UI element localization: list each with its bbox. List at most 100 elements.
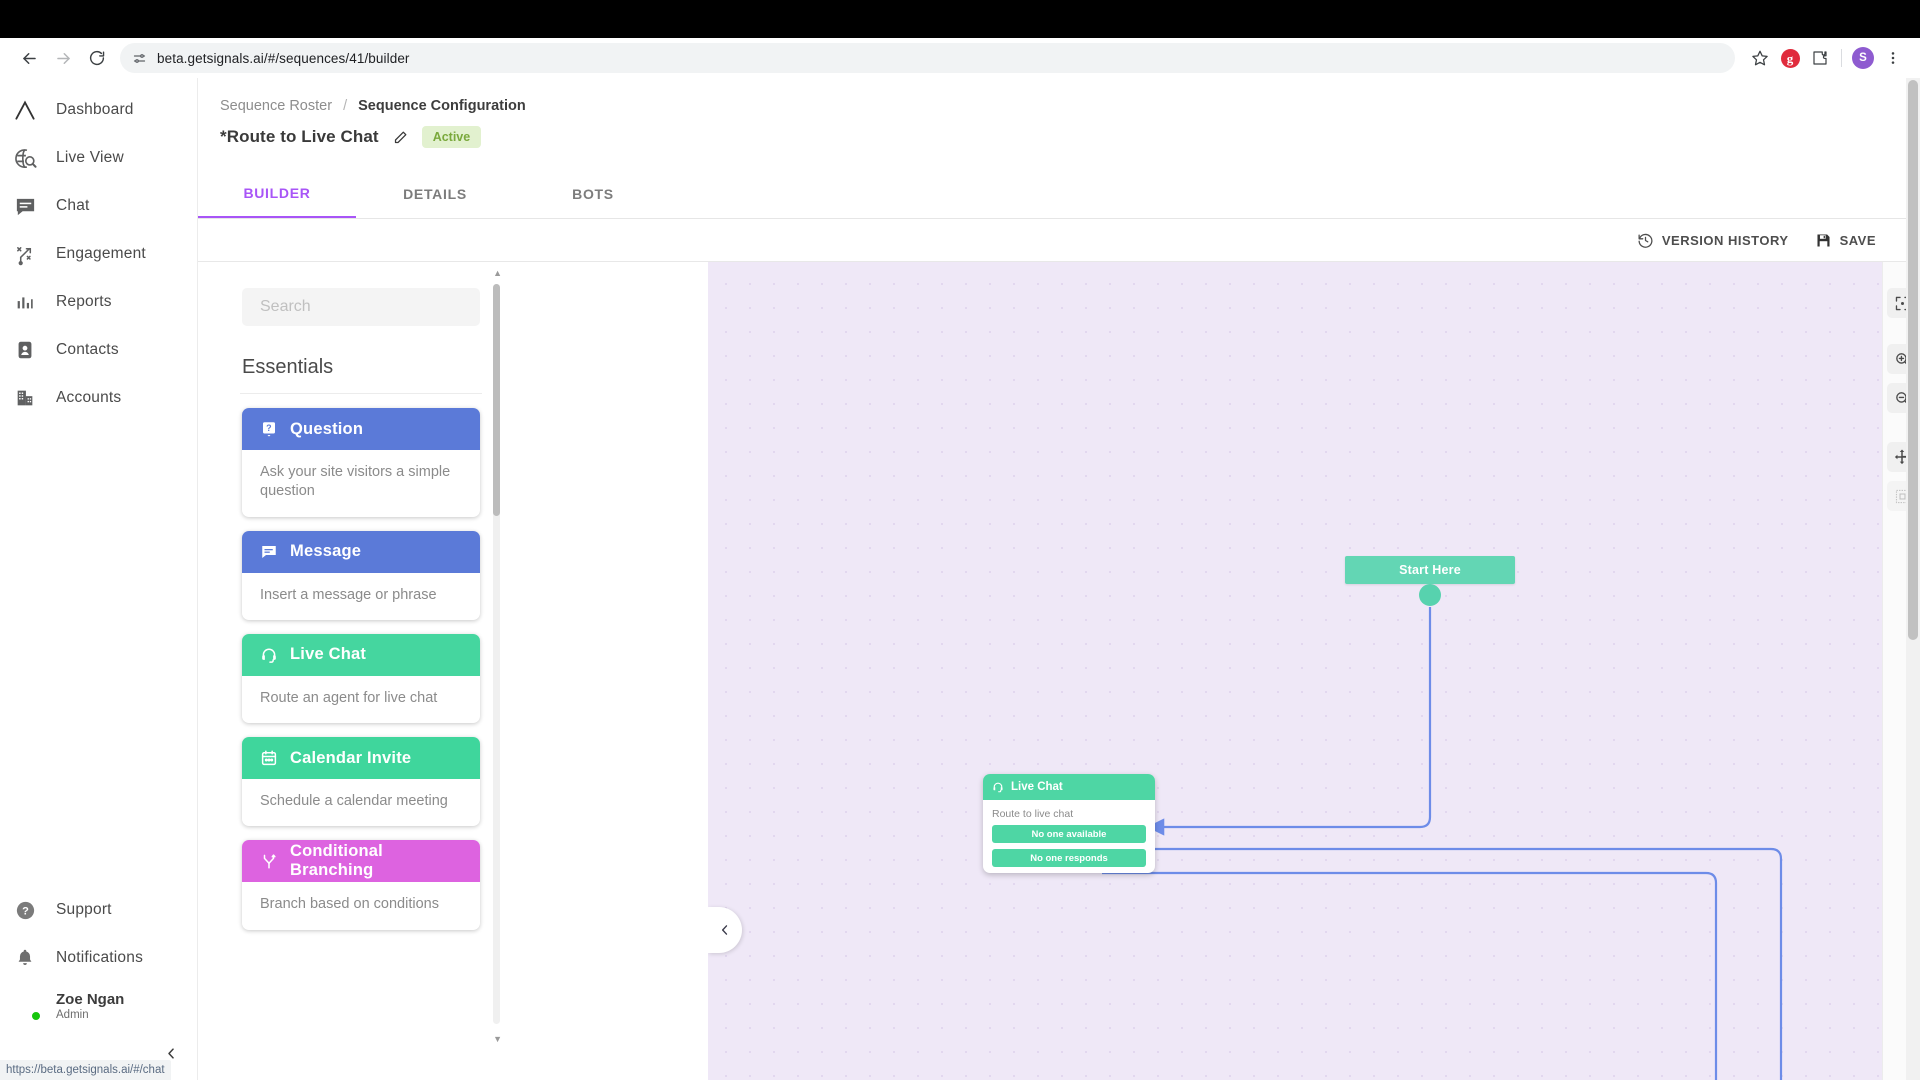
- palette-card-live-chat[interactable]: Live Chat Route an agent for live chat: [242, 633, 480, 724]
- nav-primary-list: Dashboard Live View Chat Engagement Repo…: [0, 86, 197, 422]
- palette-card-title: Live Chat: [290, 645, 367, 664]
- palette-card-message[interactable]: Message Insert a message or phrase: [242, 530, 480, 620]
- sequence-title-row: *Route to Live Chat Active: [220, 126, 482, 148]
- forward-button[interactable]: [46, 41, 80, 75]
- node-palette: Search Essentials ? Question Ask your si…: [220, 262, 502, 1080]
- palette-scrollbar[interactable]: [493, 284, 500, 1024]
- extension-badge-icon[interactable]: g: [1775, 43, 1805, 73]
- edge-no-one-available: [1102, 847, 1783, 1080]
- palette-card-calendar-invite[interactable]: Calendar Invite Schedule a calendar meet…: [242, 737, 480, 827]
- sidebar-item-engagement[interactable]: Engagement: [0, 230, 197, 278]
- live-chat-option-no-one-responds[interactable]: No one responds: [992, 849, 1146, 867]
- puzzle-piece-icon[interactable]: [1805, 43, 1835, 73]
- sidebar-item-label: Live View: [56, 149, 124, 166]
- contact-card-icon: [10, 339, 40, 361]
- palette-card-header: ? Question: [242, 408, 480, 450]
- palette-card-title: Message: [290, 542, 362, 561]
- palette-card-desc: Insert a message or phrase: [260, 586, 437, 603]
- tab-builder[interactable]: BUILDER: [198, 170, 356, 218]
- avatar: [10, 991, 42, 1022]
- star-icon[interactable]: [1745, 43, 1775, 73]
- live-chat-node-card: Live Chat Route to live chat No one avai…: [983, 774, 1155, 873]
- chat-bubble-icon: [10, 195, 40, 218]
- palette-card-header: Live Chat: [242, 633, 480, 676]
- user-info: Zoe Ngan Admin: [56, 991, 124, 1021]
- version-history-label: VERSION HISTORY: [1661, 232, 1789, 248]
- sidebar-item-live-view[interactable]: Live View: [0, 134, 197, 182]
- page-scrollbar[interactable]: [1906, 78, 1920, 1080]
- sidebar-item-label: Support: [56, 901, 112, 918]
- browser-toolbar: beta.getsignals.ai/#/sequences/41/builde…: [0, 38, 1920, 78]
- svg-text:?: ?: [266, 423, 272, 433]
- palette-scroll-up-arrow[interactable]: ▲: [493, 268, 502, 278]
- sidebar-item-reports[interactable]: Reports: [0, 278, 197, 326]
- palette-card-desc: Branch based on conditions: [260, 896, 439, 913]
- flow-canvas[interactable]: Start Here Live Chat Route to live chat …: [708, 262, 1882, 1080]
- palette-scroll-down-arrow[interactable]: ▼: [493, 1034, 502, 1044]
- back-button[interactable]: [12, 41, 46, 75]
- svg-text:?: ?: [22, 905, 29, 917]
- address-bar[interactable]: beta.getsignals.ai/#/sequences/41/builde…: [120, 43, 1735, 73]
- flow-edges: [1102, 607, 1783, 1080]
- palette-card-desc: Route an agent for live chat: [260, 689, 438, 706]
- palette-scrollbar-thumb[interactable]: [493, 284, 500, 516]
- edge-start-to-live-chat: [1146, 607, 1432, 836]
- edge-no-one-responds: [1102, 871, 1718, 1080]
- live-chat-option-no-one-available[interactable]: No one available: [992, 825, 1146, 843]
- toolbar-divider: [1841, 49, 1842, 67]
- sidebar-item-chat[interactable]: Chat: [0, 182, 197, 230]
- sidebar-item-label: Reports: [56, 293, 112, 310]
- palette-card-header: Calendar Invite: [242, 737, 480, 780]
- palette-card-header: Message: [242, 530, 480, 573]
- profile-avatar[interactable]: S: [1848, 43, 1878, 73]
- save-label: SAVE: [1839, 232, 1876, 248]
- palette-card-title: Conditional Branching: [290, 842, 383, 880]
- version-history-button[interactable]: VERSION HISTORY: [1637, 232, 1789, 249]
- lambda-logo-icon: [10, 97, 40, 123]
- user-name: Zoe Ngan: [56, 990, 125, 1008]
- question-block-icon: ?: [260, 420, 278, 438]
- user-profile[interactable]: Zoe Ngan Admin: [0, 982, 197, 1030]
- sidebar-item-dashboard[interactable]: Dashboard: [0, 86, 197, 134]
- url-text: beta.getsignals.ai/#/sequences/41/builde…: [157, 50, 410, 66]
- site-settings-icon[interactable]: [132, 51, 147, 66]
- pencil-icon[interactable]: [393, 130, 408, 145]
- sidebar-item-label: Engagement: [56, 245, 146, 262]
- message-icon: [260, 543, 278, 561]
- tab-bots[interactable]: BOTS: [514, 170, 672, 218]
- search-input[interactable]: Search: [242, 288, 480, 326]
- app-root: beta.getsignals.ai/#/sequences/41/builde…: [0, 0, 1920, 1080]
- breadcrumb-parent-link[interactable]: Sequence Roster: [220, 98, 332, 114]
- palette-card-question[interactable]: ? Question Ask your site visitors a simp…: [242, 408, 480, 517]
- sidebar-item-notifications[interactable]: Notifications: [0, 934, 197, 982]
- live-chat-node-header: Live Chat: [983, 774, 1155, 800]
- sidebar-item-label: Accounts: [56, 389, 122, 406]
- browser-status-bar: https://beta.getsignals.ai/#/chat: [0, 1060, 171, 1080]
- headset-icon: [260, 646, 278, 664]
- globe-search-icon: [10, 147, 40, 170]
- node-start-here[interactable]: Start Here: [1345, 556, 1515, 606]
- sidebar-item-label: Dashboard: [56, 101, 134, 118]
- palette-card-conditional-branching[interactable]: Conditional Branching Branch based on co…: [242, 840, 480, 930]
- sidebar-item-contacts[interactable]: Contacts: [0, 326, 197, 374]
- node-live-chat[interactable]: Live Chat Route to live chat No one avai…: [983, 774, 1155, 873]
- status-badge: Active: [421, 126, 482, 148]
- start-node-handle[interactable]: [1419, 584, 1441, 606]
- tab-details[interactable]: DETAILS: [356, 170, 514, 218]
- bell-icon: [10, 947, 40, 969]
- palette-card-title: Question: [290, 419, 364, 438]
- breadcrumb-separator: /: [343, 98, 348, 114]
- reload-button[interactable]: [80, 41, 114, 75]
- save-button[interactable]: SAVE: [1815, 232, 1876, 249]
- floppy-disk-icon: [1815, 232, 1832, 249]
- sidebar-item-support[interactable]: ? Support: [0, 886, 197, 934]
- page-body: Dashboard Live View Chat Engagement Repo…: [0, 78, 1920, 1080]
- builder-area: Search Essentials ? Question Ask your si…: [198, 262, 1920, 1080]
- building-icon: [10, 387, 40, 409]
- palette-section-title: Essentials: [242, 356, 334, 378]
- sidebar-item-accounts[interactable]: Accounts: [0, 374, 197, 422]
- palette-card-title: Calendar Invite: [290, 748, 412, 767]
- page-scrollbar-thumb[interactable]: [1908, 80, 1918, 640]
- three-dot-menu-icon[interactable]: [1878, 43, 1908, 73]
- extension-badge-label: g: [1780, 48, 1800, 68]
